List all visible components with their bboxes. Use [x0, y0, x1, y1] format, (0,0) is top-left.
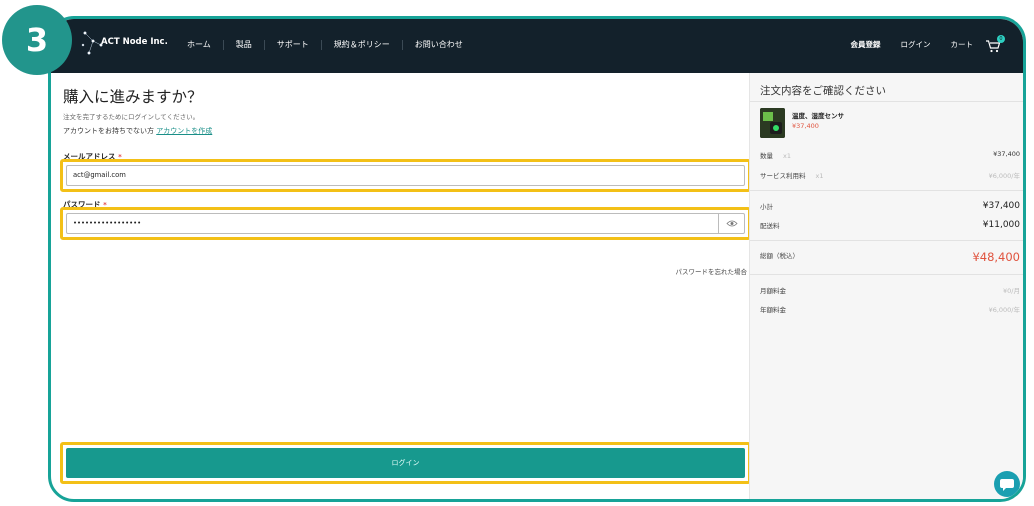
quantity-row: 数量 x1 ¥37,400 — [760, 150, 1020, 160]
product-image — [760, 108, 785, 138]
no-account-text: アカウントをお持ちでない方 — [63, 127, 154, 135]
subtotal-label: 小計 — [760, 203, 773, 211]
login-panel: 購入に進みますか？ 注文を完了するためにログインしてください。 アカウントをお持… — [57, 73, 751, 499]
summary-title: 注文内容をご確認ください — [760, 85, 886, 97]
login-button[interactable]: ログイン — [66, 448, 745, 478]
quantity-value: ¥37,400 — [993, 150, 1020, 158]
quantity-multiplier: x1 — [783, 152, 791, 160]
login-instruction: 注文を完了するためにログインしてください。 — [63, 113, 200, 121]
email-field-highlight: act@gmail.com — [60, 159, 751, 192]
login-link[interactable]: ログイン — [891, 40, 941, 50]
eye-icon — [726, 220, 738, 227]
total-row: 総額（税込） ¥48,400 — [760, 250, 1020, 264]
email-field[interactable]: act@gmail.com — [66, 165, 745, 186]
login-button-highlight: ログイン — [60, 442, 751, 484]
cart-count-badge: 0 — [997, 35, 1005, 43]
account-nav: 会員登録 ログイン カート 0 — [841, 35, 1005, 53]
monthly-fee-label: 月額料金 — [760, 287, 786, 295]
password-field-highlight: ••••••••••••••••• — [60, 207, 751, 240]
monthly-fee-row: 月額料金 ¥0/月 — [760, 285, 1020, 295]
nav-contact[interactable]: お問い合わせ — [403, 40, 475, 50]
service-fee-value: ¥6,000/年 — [988, 172, 1020, 180]
service-fee-multiplier: x1 — [815, 172, 824, 180]
annual-fee-row: 年額料金 ¥6,000/年 — [760, 304, 1020, 314]
browser-frame: ACT Node Inc. ホーム 製品 サポート 規約＆ポリシー お問い合わせ… — [48, 16, 1026, 502]
product-price: ¥37,400 — [792, 122, 819, 130]
step-number-badge: 3 — [2, 5, 72, 75]
chat-button[interactable] — [994, 471, 1020, 497]
subtotal-value: ¥37,400 — [982, 201, 1020, 211]
subtotal-row: 小計 ¥37,400 — [760, 201, 1020, 211]
create-account-line: アカウントをお持ちでない方 アカウントを作成 — [63, 126, 212, 136]
product-name: 温度、湿度センサ — [792, 112, 844, 120]
shipping-value: ¥11,000 — [982, 220, 1020, 230]
total-label: 総額（税込） — [760, 252, 799, 260]
nav-home[interactable]: ホーム — [175, 40, 224, 50]
annual-fee-value: ¥6,000/年 — [988, 306, 1020, 314]
create-account-link[interactable]: アカウントを作成 — [156, 127, 212, 135]
total-value: ¥48,400 — [972, 250, 1020, 264]
annual-fee-label: 年額料金 — [760, 306, 786, 314]
order-summary: 注文内容をご確認ください 温度、湿度センサ ¥37,400 数量 x1 ¥37,4… — [749, 73, 1023, 499]
cart-icon[interactable]: 0 — [985, 35, 1005, 53]
divider — [750, 240, 1023, 241]
quantity-label: 数量 — [760, 152, 773, 160]
monthly-fee-value: ¥0/月 — [1003, 287, 1020, 295]
chat-bubble-icon — [1000, 479, 1014, 491]
cart-link[interactable]: カート — [941, 40, 984, 50]
nav-products[interactable]: 製品 — [224, 40, 265, 50]
nav-support[interactable]: サポート — [265, 40, 322, 50]
divider — [750, 101, 1023, 102]
brand-name: ACT Node Inc. — [101, 37, 168, 47]
shipping-label: 配送料 — [760, 222, 780, 230]
main-nav: ホーム 製品 サポート 規約＆ポリシー お問い合わせ — [175, 40, 475, 50]
service-fee-label: サービス利用料 — [760, 172, 806, 180]
divider — [750, 190, 1023, 191]
password-field[interactable]: ••••••••••••••••• — [66, 213, 745, 234]
brand-logo[interactable]: ACT Node Inc. — [81, 29, 171, 59]
divider — [750, 274, 1023, 275]
page-title: 購入に進みますか？ — [63, 88, 203, 106]
shipping-row: 配送料 ¥11,000 — [760, 220, 1020, 230]
signup-link[interactable]: 会員登録 — [841, 40, 891, 50]
service-fee-row: サービス利用料 x1 ¥6,000/年 — [760, 170, 1020, 180]
toggle-password-visibility[interactable] — [718, 213, 745, 234]
nav-terms-policy[interactable]: 規約＆ポリシー — [322, 40, 403, 50]
top-navigation-bar: ACT Node Inc. ホーム 製品 サポート 規約＆ポリシー お問い合わせ… — [51, 19, 1023, 73]
forgot-password-link[interactable]: パスワードを忘れた場合 — [676, 266, 748, 276]
